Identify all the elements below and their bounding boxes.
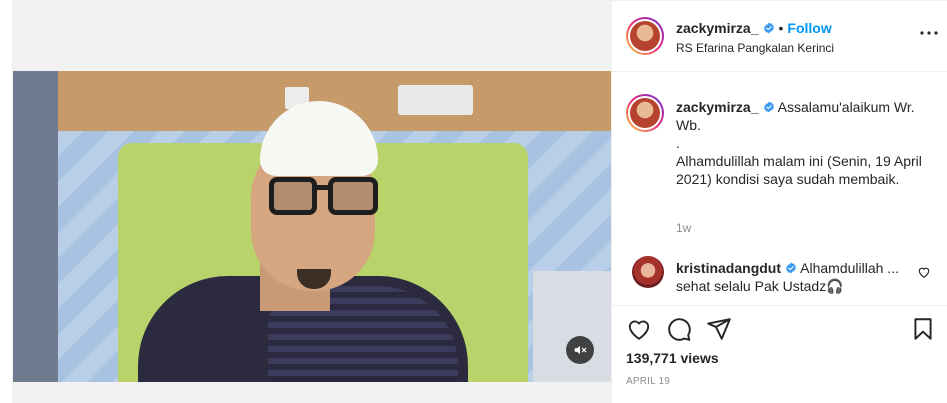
comment-like-heart-icon[interactable]: [917, 265, 931, 279]
video-glasses-right: [328, 177, 378, 215]
more-options-icon[interactable]: [920, 31, 938, 35]
post-sidebar: zackymirza_ • Follow RS Efarina Pangkalan …: [611, 1, 947, 403]
comment-text: kristinadangdut Alhamdulillah ... sehat …: [676, 259, 906, 295]
follow-button[interactable]: Follow: [787, 20, 831, 36]
verified-badge-icon: [763, 101, 774, 113]
video-machine: [533, 271, 611, 382]
caption-username[interactable]: zackymirza_: [676, 99, 759, 115]
caption-time[interactable]: 1w: [676, 221, 691, 235]
post-header: zackymirza_ • Follow RS Efarina Pangkalan …: [612, 1, 947, 72]
caption-text: zackymirza_ Assalamu'alaikum Wr. Wb. . A…: [676, 98, 931, 188]
share-icon[interactable]: [706, 316, 732, 342]
video-glasses-bridge: [313, 185, 331, 190]
bookmark-icon[interactable]: [910, 316, 936, 342]
video-glasses-left: [269, 177, 317, 215]
comments-area[interactable]: zackymirza_ Assalamu'alaikum Wr. Wb. . A…: [612, 73, 947, 305]
author-avatar[interactable]: [626, 17, 664, 55]
heart-icon[interactable]: [626, 316, 652, 342]
separator-dot: •: [778, 20, 784, 36]
post-location[interactable]: RS Efarina Pangkalan Kerinci: [676, 41, 834, 55]
comment-icon[interactable]: [666, 316, 692, 342]
commenter-avatar[interactable]: [632, 256, 664, 288]
verified-badge-icon: [763, 22, 774, 34]
post-date[interactable]: April 19: [626, 376, 670, 387]
view-count[interactable]: 139,771 views: [626, 350, 719, 366]
video-wall-panel: [398, 85, 473, 115]
action-bar: 139,771 views April 19: [612, 305, 947, 403]
instagram-post: zackymirza_ • Follow RS Efarina Pangkalan …: [12, 0, 947, 403]
mute-icon: [574, 345, 587, 355]
mute-button[interactable]: [566, 336, 594, 364]
video-curtain-left: [13, 71, 58, 382]
caption-avatar[interactable]: [626, 94, 664, 132]
post-media: [13, 1, 611, 403]
verified-badge-icon: [786, 262, 796, 274]
author-username[interactable]: zackymirza_: [676, 20, 759, 36]
commenter-username[interactable]: kristinadangdut: [676, 260, 781, 276]
author-name-line: zackymirza_ • Follow: [676, 20, 832, 36]
video-player[interactable]: [13, 71, 611, 382]
